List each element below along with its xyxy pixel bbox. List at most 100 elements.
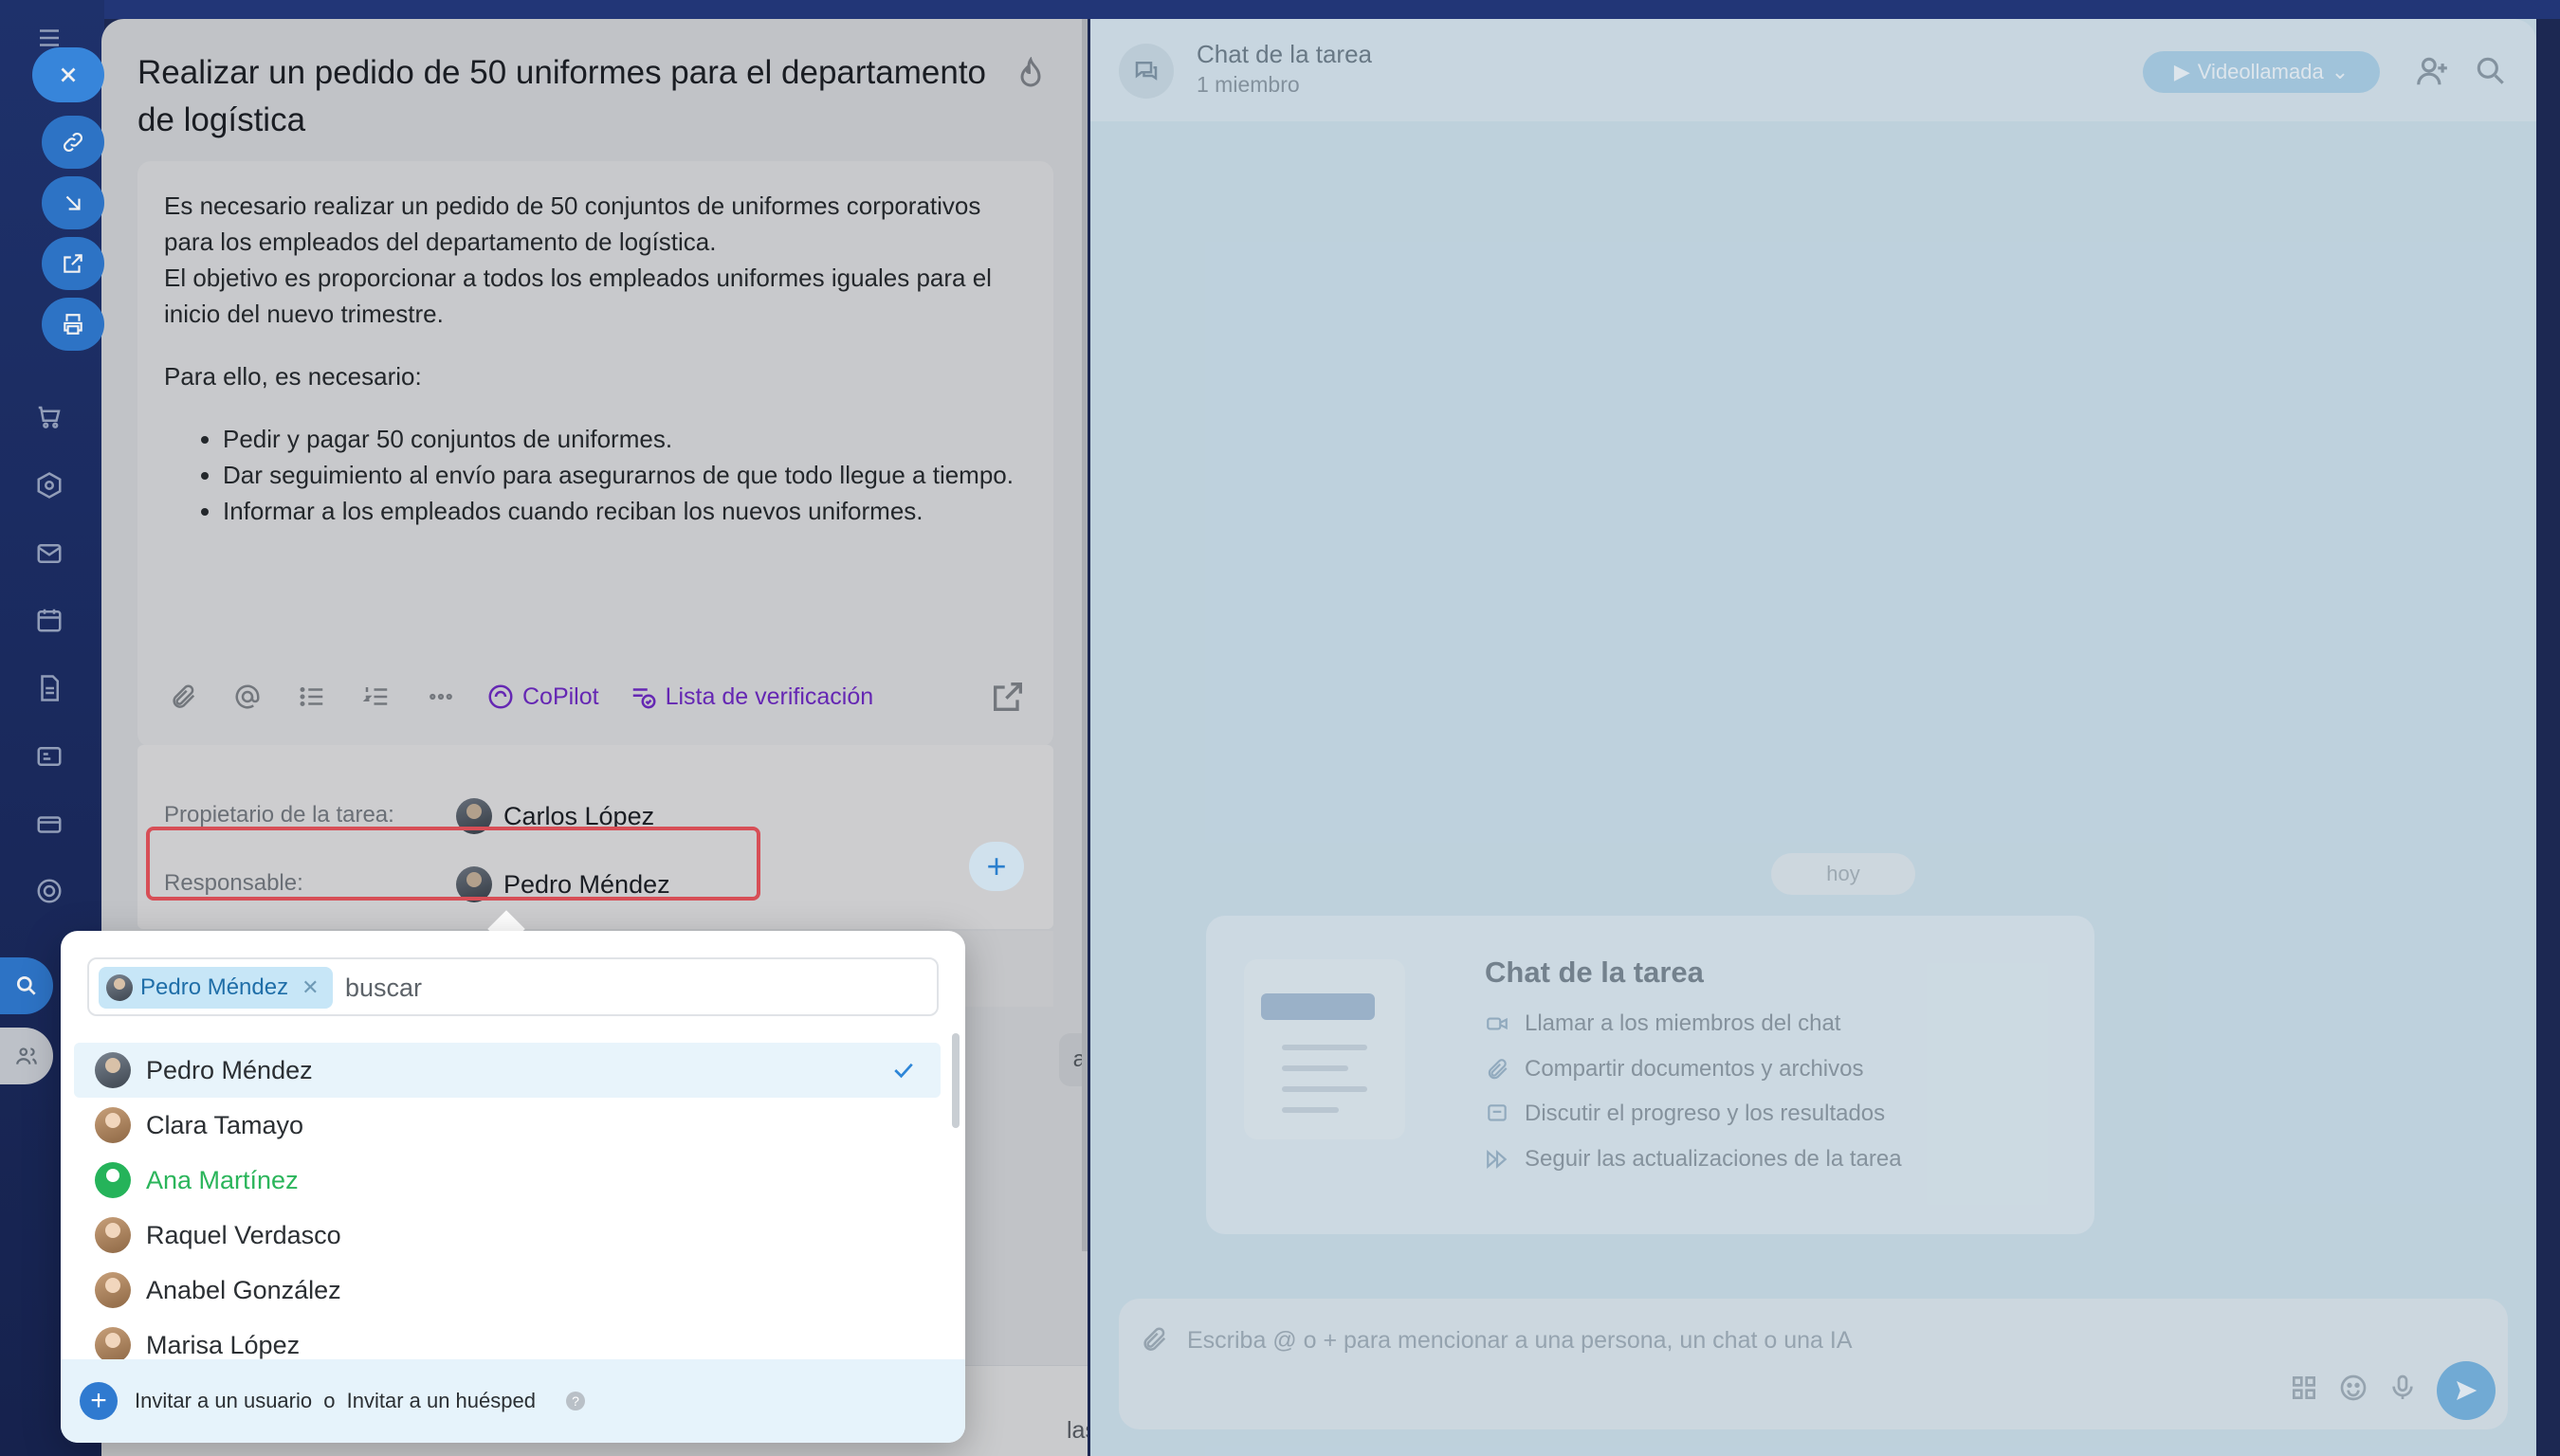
avatar <box>95 1217 131 1253</box>
paperclip-icon[interactable] <box>164 678 202 716</box>
chat-panel: Chat de la tarea 1 miembro ▶ Videollamad… <box>1090 19 2536 1456</box>
mention-icon[interactable] <box>229 678 266 716</box>
description-paragraph: Es necesario realizar un pedido de 50 co… <box>164 191 981 256</box>
picker-footer: + Invitar a un usuario o Invitar a un hu… <box>61 1359 965 1443</box>
send-button[interactable] <box>2437 1361 2496 1420</box>
id-card-icon[interactable] <box>30 737 68 775</box>
person-name: Clara Tamayo <box>146 1110 304 1139</box>
numbered-list-icon[interactable] <box>357 678 395 716</box>
message-composer[interactable]: Escriba @ o + para mencionar a una perso… <box>1119 1299 2508 1429</box>
person-name: Raquel Verdasco <box>146 1220 341 1249</box>
send-icon <box>2457 1381 2478 1400</box>
chat-title: Chat de la tarea <box>1197 40 1373 68</box>
info-item: Compartir documentos y archivos <box>1485 1056 1863 1083</box>
more-icon[interactable] <box>422 678 460 716</box>
description-card[interactable]: Es necesario realizar un pedido de 50 co… <box>137 161 1053 747</box>
calendar-icon[interactable] <box>30 601 68 639</box>
video-call-button[interactable]: ▶ Videollamada ⌄ <box>2143 51 2380 93</box>
close-button[interactable] <box>32 47 104 102</box>
hexagon-icon[interactable] <box>30 466 68 504</box>
editor-toolbar: CoPilot Lista de verificación <box>164 673 873 720</box>
description-text: Es necesario realizar un pedido de 50 co… <box>164 188 1017 529</box>
info-item: Llamar a los miembros del chat <box>1485 1010 1840 1037</box>
chevron-down-icon: ⌄ <box>2331 60 2350 83</box>
list-item: Dar seguimiento al envío para asegurarno… <box>223 457 1017 493</box>
copilot-button[interactable]: CoPilot <box>486 682 599 711</box>
person-item[interactable]: Anabel González <box>74 1263 941 1318</box>
description-paragraph: El objetivo es proporcionar a todos los … <box>164 264 992 328</box>
chat-illustration <box>1244 959 1405 1139</box>
external-link-icon[interactable] <box>989 678 1027 716</box>
add-user-icon[interactable] <box>2414 53 2450 89</box>
people-list: Pedro Méndez Clara Tamayo Ana Martínez R… <box>74 1043 941 1373</box>
avatar <box>95 1107 131 1143</box>
invite-guest-link[interactable]: Invitar a un huésped <box>347 1389 536 1412</box>
chevron-down-icon: ⌄ <box>1067 1446 1087 1456</box>
picker-scrollbar[interactable] <box>952 1033 960 1128</box>
video-camera-icon <box>1487 1017 1508 1030</box>
print-button[interactable] <box>42 298 104 351</box>
mail-icon[interactable] <box>30 535 68 573</box>
plus-icon[interactable]: + <box>80 1382 118 1420</box>
bullet-list-icon[interactable] <box>293 678 331 716</box>
date-separator: hoy <box>1771 853 1915 895</box>
person-item[interactable]: Pedro Méndez <box>74 1043 941 1098</box>
arrow-down-right-icon <box>65 195 81 210</box>
document-icon[interactable] <box>30 669 68 707</box>
chat-info-card: Chat de la tarea Llamar a los miembros d… <box>1206 916 2094 1234</box>
person-name: Anabel González <box>146 1275 341 1304</box>
chat-header: Chat de la tarea 1 miembro ▶ Videollamad… <box>1090 19 2536 121</box>
picker-search-input[interactable] <box>345 969 914 1007</box>
microphone-icon[interactable] <box>2387 1373 2418 1403</box>
close-icon <box>61 67 76 82</box>
responsible-highlight <box>146 827 760 901</box>
apps-icon[interactable] <box>2289 1373 2319 1403</box>
external-link-icon <box>64 254 82 273</box>
open-new-window-button[interactable] <box>42 237 104 290</box>
checklist-button[interactable]: Lista de verificación <box>630 682 873 711</box>
avatar <box>95 1162 131 1198</box>
search-icon <box>16 975 36 995</box>
search-icon[interactable] <box>2473 53 2509 89</box>
task-title: Realizar un pedido de 50 uniformes para … <box>137 54 987 138</box>
more-options[interactable]: las ⌄ <box>1067 1417 1088 1456</box>
checkmark-icon <box>894 1063 913 1079</box>
description-paragraph: Para ello, es necesario: <box>164 362 422 391</box>
users-icon <box>16 1047 37 1065</box>
picker-search-box[interactable]: Pedro Méndez ✕ <box>87 957 939 1016</box>
owner-label: Propietario de la tarea: <box>164 802 394 828</box>
person-item[interactable]: Ana Martínez <box>74 1153 941 1208</box>
paperclip-icon <box>1488 1059 1508 1080</box>
link-icon <box>64 133 82 152</box>
cart-icon[interactable] <box>30 398 68 436</box>
avatar <box>95 1052 131 1088</box>
copy-link-button[interactable] <box>42 116 104 169</box>
card-icon[interactable] <box>30 806 68 844</box>
target-icon[interactable] <box>30 872 68 910</box>
emoji-icon[interactable] <box>2338 1373 2368 1403</box>
video-camera-icon: ▶ <box>2173 60 2190 83</box>
invite-user-link[interactable]: Invitar a un usuario <box>135 1389 312 1412</box>
help-icon[interactable]: ? <box>565 1392 585 1410</box>
app-top-bar <box>0 0 2560 19</box>
person-item[interactable]: Clara Tamayo <box>74 1098 941 1153</box>
remove-chip-icon[interactable]: ✕ <box>302 975 319 1000</box>
scrollbar[interactable] <box>1082 19 1088 1251</box>
avatar <box>95 1272 131 1308</box>
list-item: Informar a los empleados cuando reciban … <box>223 493 1017 529</box>
invite-separator: o <box>323 1389 336 1412</box>
paperclip-icon[interactable] <box>1140 1325 1168 1354</box>
download-button[interactable] <box>42 176 104 229</box>
add-participant-button[interactable]: + <box>969 842 1024 891</box>
message-input-placeholder[interactable]: Escriba @ o + para mencionar a una perso… <box>1187 1327 1853 1355</box>
chat-bubble-icon <box>1488 1104 1507 1121</box>
more-options-label: las <box>1067 1417 1088 1444</box>
person-item[interactable]: Raquel Verdasco <box>74 1208 941 1263</box>
copilot-label: CoPilot <box>522 682 599 710</box>
selected-user-chip[interactable]: Pedro Méndez ✕ <box>99 967 333 1009</box>
fast-forward-icon <box>1487 1150 1508 1169</box>
chat-members-count[interactable]: 1 miembro <box>1197 72 1300 98</box>
chat-icon <box>1119 44 1174 99</box>
copilot-icon <box>488 684 513 709</box>
flame-icon[interactable] <box>1014 56 1048 91</box>
